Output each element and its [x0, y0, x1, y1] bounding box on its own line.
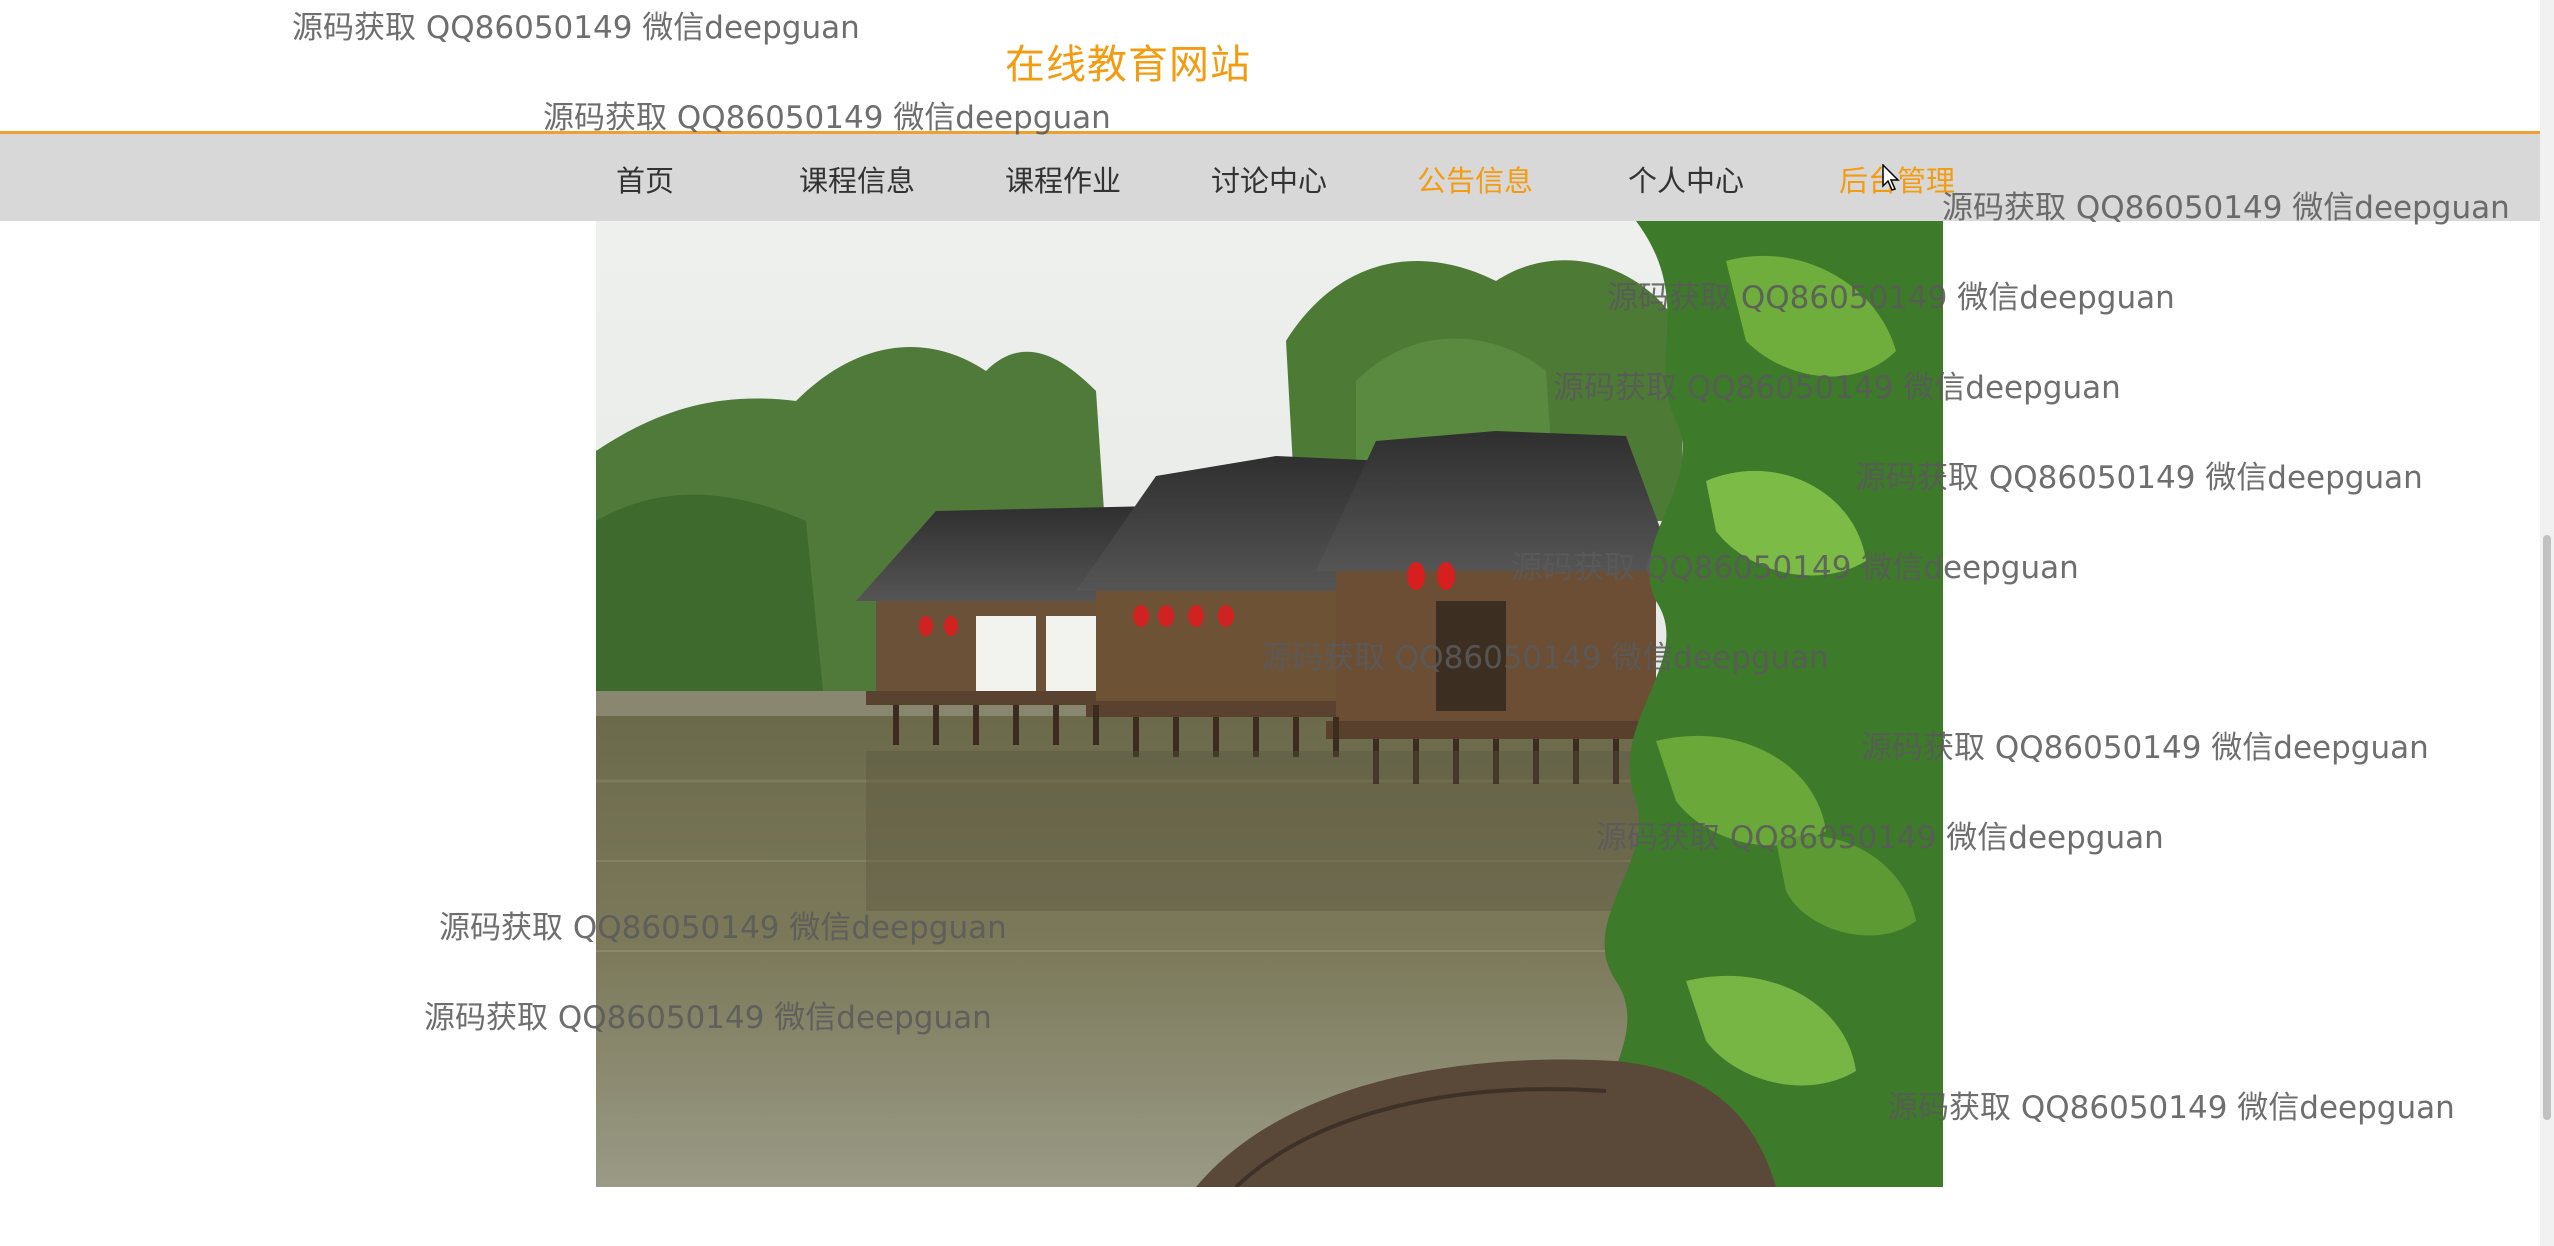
watermark-text: 源码获取 QQ86050149 微信deepguan — [1596, 820, 2164, 856]
watermark-text: 源码获取 QQ86050149 微信deepguan — [439, 910, 1007, 946]
mouse-cursor-icon — [1882, 164, 1900, 191]
nav-item-profile[interactable]: 个人中心 — [1628, 158, 1744, 200]
nav-item-courses[interactable]: 课程信息 — [799, 158, 915, 200]
watermark-text: 源码获取 QQ86050149 微信deepguan — [1887, 1090, 2455, 1126]
watermark-text: 源码获取 QQ86050149 微信deepguan — [1942, 190, 2510, 226]
watermark-text: 源码获取 QQ86050149 微信deepguan — [543, 100, 1111, 136]
watermark-text: 源码获取 QQ86050149 微信deepguan — [1511, 550, 2079, 586]
watermark-text: 源码获取 QQ86050149 微信deepguan — [1553, 370, 2121, 406]
nav-item-home[interactable]: 首页 — [616, 158, 674, 200]
scrollbar-thumb[interactable] — [2543, 535, 2551, 1120]
page-scrollbar[interactable] — [2540, 0, 2554, 1246]
watermark-text: 源码获取 QQ86050149 微信deepguan — [1855, 460, 2423, 496]
watermark-text: 源码获取 QQ86050149 微信deepguan — [1861, 730, 2429, 766]
nav-item-announcements[interactable]: 公告信息 — [1417, 158, 1533, 200]
watermark-text: 源码获取 QQ86050149 微信deepguan — [292, 10, 860, 46]
page: 在线教育网站 首页 课程信息 课程作业 讨论中心 公告信息 个人中心 后台管理 — [0, 0, 2554, 1246]
nav-item-discussion[interactable]: 讨论中心 — [1211, 158, 1327, 200]
watermark-text: 源码获取 QQ86050149 微信deepguan — [1261, 640, 1829, 676]
watermark-text: 源码获取 QQ86050149 微信deepguan — [1607, 280, 2175, 316]
watermark-text: 源码获取 QQ86050149 微信deepguan — [424, 1000, 992, 1036]
site-title: 在线教育网站 — [1005, 42, 1251, 88]
nav-item-homework[interactable]: 课程作业 — [1005, 158, 1121, 200]
